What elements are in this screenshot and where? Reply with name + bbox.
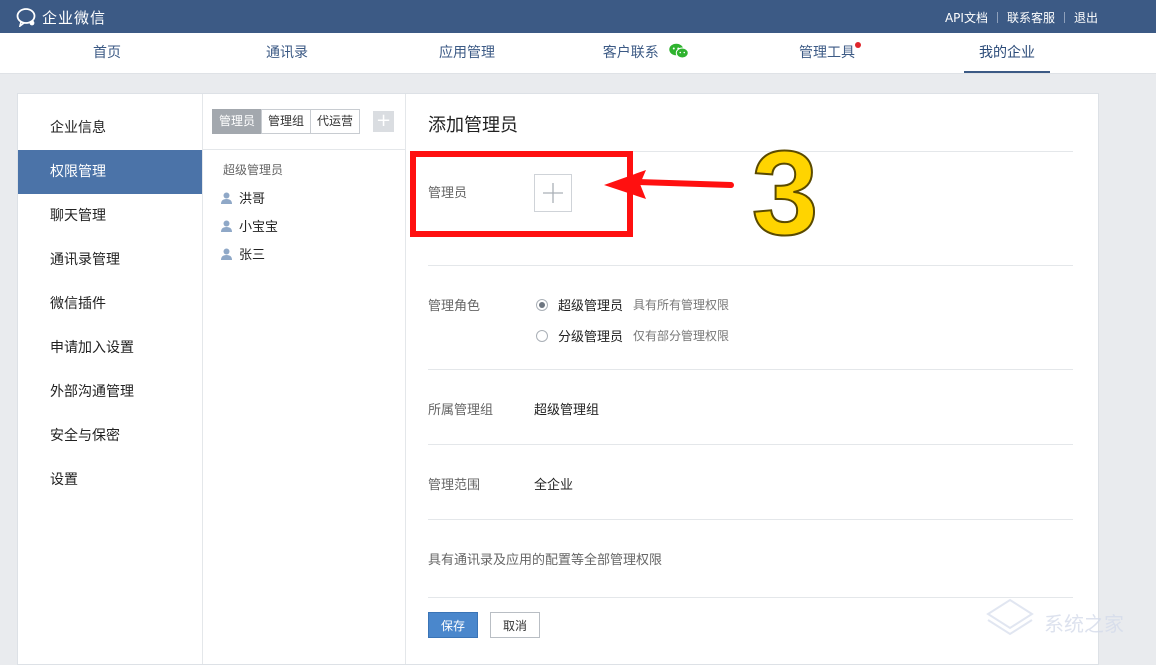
- admin-list-column: 管理员 管理组 代运营 + 超级管理员 洪哥 小宝宝 张三: [202, 94, 406, 664]
- admin-tabs: 管理员 管理组 代运营: [213, 109, 360, 134]
- sidebar-item-permissions[interactable]: 权限管理: [18, 150, 202, 194]
- contact-support-link[interactable]: 联系客服: [1007, 9, 1055, 26]
- main-nav: 首页 通讯录 应用管理 客户联系 管理工具 我的企业: [0, 33, 1156, 74]
- nav-contacts[interactable]: 通讯录: [266, 33, 308, 73]
- brand-name: 企业微信: [42, 7, 106, 28]
- brand-logo[interactable]: 企业微信: [16, 6, 106, 28]
- watermark-text: 系统之家: [1044, 608, 1124, 637]
- save-button[interactable]: 保存: [428, 612, 478, 638]
- sidebar-item-settings[interactable]: 设置: [18, 458, 202, 502]
- sidebar-item-contacts-management[interactable]: 通讯录管理: [18, 238, 202, 282]
- sidebar-item-security[interactable]: 安全与保密: [18, 414, 202, 458]
- wechat-icon: [669, 43, 689, 59]
- annotation-step-number: 3: [740, 120, 830, 250]
- top-bar: 企业微信 API文档 联系客服 退出: [0, 0, 1156, 33]
- group-value: 超级管理组: [534, 399, 599, 418]
- sidebar-item-enterprise-info[interactable]: 企业信息: [18, 106, 202, 150]
- admin-group-title: 超级管理员: [223, 161, 283, 178]
- nav-customer-contact[interactable]: 客户联系: [603, 33, 689, 73]
- sidebar-item-join-settings[interactable]: 申请加入设置: [18, 326, 202, 370]
- radio-button[interactable]: [536, 330, 548, 342]
- person-icon: [221, 192, 232, 204]
- divider: [428, 444, 1073, 445]
- annotation-number-text: 3: [752, 126, 819, 250]
- user-name: 小宝宝: [239, 216, 278, 235]
- role-label: 管理角色: [428, 295, 480, 314]
- divider: [428, 519, 1073, 520]
- role-option-label: 超级管理员: [558, 295, 623, 314]
- nav-management-tools-label: 管理工具: [799, 45, 855, 61]
- divider: [203, 149, 405, 150]
- wechat-work-logo-icon: [16, 7, 38, 27]
- nav-management-tools[interactable]: 管理工具: [799, 33, 855, 73]
- user-name: 洪哥: [239, 188, 265, 207]
- nav-customer-contact-label: 客户联系: [603, 45, 659, 61]
- user-name: 张三: [239, 244, 265, 263]
- nav-home[interactable]: 首页: [93, 33, 121, 73]
- tab-agency[interactable]: 代运营: [310, 109, 360, 134]
- role-option-label: 分级管理员: [558, 326, 623, 345]
- list-item[interactable]: 小宝宝: [221, 216, 278, 235]
- list-item[interactable]: 张三: [221, 244, 265, 263]
- sidebar-item-chat-management[interactable]: 聊天管理: [18, 194, 202, 238]
- role-option-graded[interactable]: 分级管理员 仅有部分管理权限: [536, 326, 729, 345]
- notification-dot: [855, 42, 861, 48]
- scope-value: 全企业: [534, 474, 573, 493]
- nav-app-management[interactable]: 应用管理: [439, 33, 495, 73]
- annotation-arrow-icon: [596, 165, 736, 205]
- divider: [997, 12, 998, 23]
- person-icon: [221, 248, 232, 260]
- add-tab-button[interactable]: +: [373, 111, 394, 132]
- header-links: API文档 联系客服 退出: [945, 9, 1098, 26]
- watermark-icon: [980, 596, 1040, 644]
- tab-admins[interactable]: 管理员: [212, 109, 262, 134]
- nav-my-enterprise[interactable]: 我的企业: [964, 33, 1050, 73]
- sidebar: 企业信息 权限管理 聊天管理 通讯录管理 微信插件 申请加入设置 外部沟通管理 …: [18, 94, 202, 664]
- group-label: 所属管理组: [428, 399, 493, 418]
- role-option-super[interactable]: 超级管理员 具有所有管理权限: [536, 295, 729, 314]
- role-option-desc: 具有所有管理权限: [633, 296, 729, 313]
- logout-link[interactable]: 退出: [1074, 9, 1098, 26]
- divider: [1064, 12, 1065, 23]
- cancel-button[interactable]: 取消: [490, 612, 540, 638]
- sidebar-item-wechat-plugin[interactable]: 微信插件: [18, 282, 202, 326]
- api-docs-link[interactable]: API文档: [945, 9, 988, 26]
- divider: [428, 369, 1073, 370]
- tab-admin-groups[interactable]: 管理组: [261, 109, 311, 134]
- divider: [428, 597, 1073, 598]
- page-title: 添加管理员: [428, 111, 518, 137]
- person-icon: [221, 220, 232, 232]
- divider: [428, 265, 1073, 266]
- scope-label: 管理范围: [428, 474, 480, 493]
- role-option-desc: 仅有部分管理权限: [633, 327, 729, 344]
- radio-button[interactable]: [536, 299, 548, 311]
- permission-description: 具有通讯录及应用的配置等全部管理权限: [428, 549, 662, 568]
- list-item[interactable]: 洪哥: [221, 188, 265, 207]
- sidebar-item-external-communication[interactable]: 外部沟通管理: [18, 370, 202, 414]
